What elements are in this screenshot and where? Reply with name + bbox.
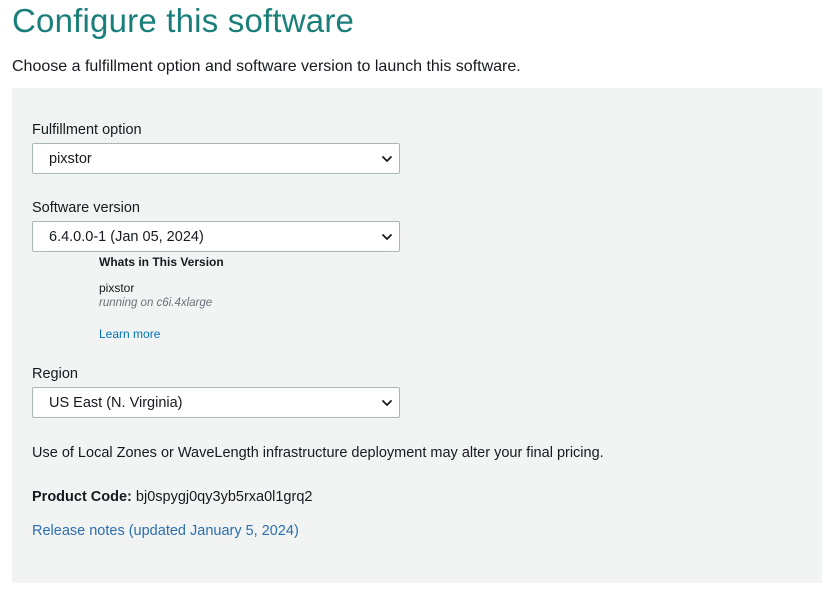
product-code-label: Product Code: xyxy=(32,489,132,505)
software-version-value: 6.4.0.0-1 (Jan 05, 2024) xyxy=(49,229,204,245)
learn-more-link[interactable]: Learn more xyxy=(99,327,160,341)
product-code-value: bj0spygj0qy3yb5rxa0l1grq2 xyxy=(135,489,313,505)
product-code: Product Code: bj0spygj0qy3yb5rxa0l1grq2 xyxy=(32,489,312,505)
release-notes-link[interactable]: Release notes (updated January 5, 2024) xyxy=(32,523,299,539)
configuration-panel: Fulfillment option pixstor Software vers… xyxy=(12,88,822,583)
pricing-note: Use of Local Zones or WaveLength infrast… xyxy=(32,445,604,461)
fulfillment-option-select[interactable]: pixstor xyxy=(32,143,400,174)
fulfillment-option-value: pixstor xyxy=(49,151,92,167)
fulfillment-option-label: Fulfillment option xyxy=(32,122,142,138)
software-version-label: Software version xyxy=(32,200,140,216)
version-product-name: pixstor xyxy=(99,281,135,295)
software-version-select[interactable]: 6.4.0.0-1 (Jan 05, 2024) xyxy=(32,221,400,252)
region-label: Region xyxy=(32,366,78,382)
chevron-down-icon xyxy=(382,234,392,240)
version-instance-note: running on c6i.4xlarge xyxy=(99,297,213,309)
region-value: US East (N. Virginia) xyxy=(49,395,183,411)
page-title: Configure this software xyxy=(12,2,355,39)
region-select[interactable]: US East (N. Virginia) xyxy=(32,387,400,418)
chevron-down-icon xyxy=(382,400,392,406)
chevron-down-icon xyxy=(382,156,392,162)
version-info-heading: Whats in This Version xyxy=(99,255,224,269)
page-subtitle: Choose a fulfillment option and software… xyxy=(12,58,521,75)
